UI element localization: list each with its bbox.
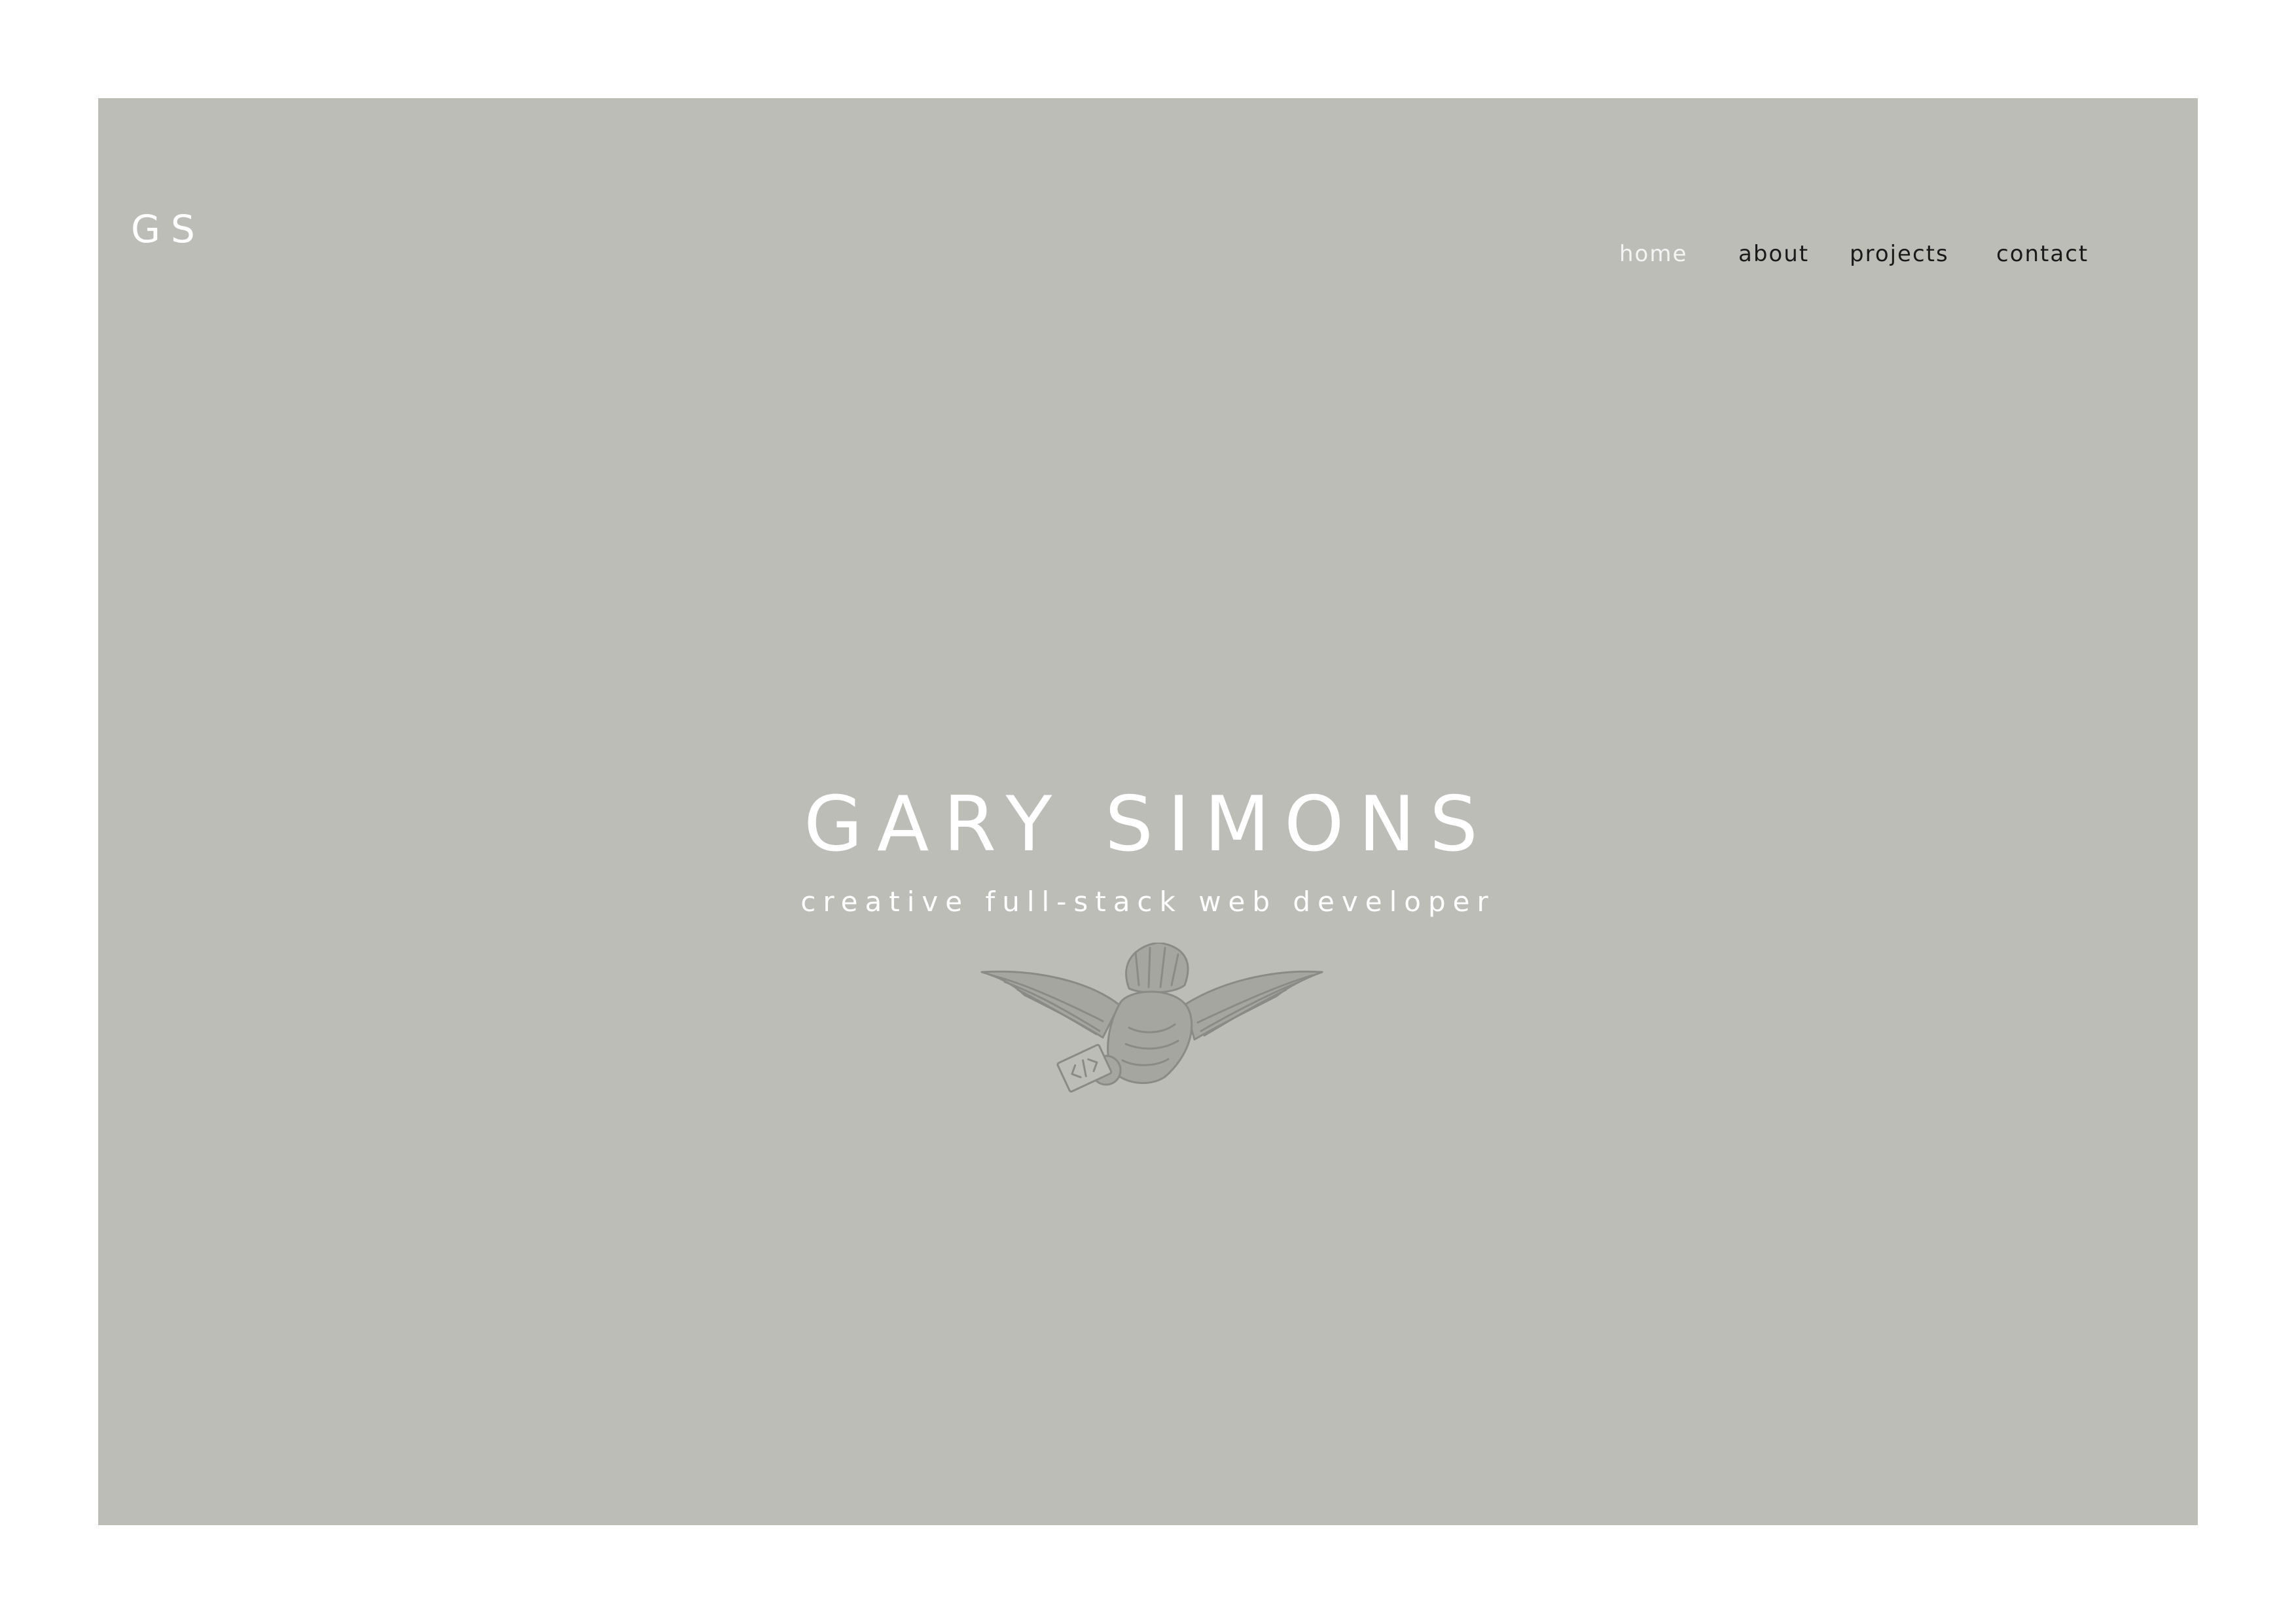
hero-subtitle: creative full-stack web developer: [800, 886, 1496, 918]
nav-home[interactable]: home: [1619, 234, 1687, 274]
nav-about[interactable]: about: [1738, 234, 1809, 274]
main-nav: home about projects contact: [98, 234, 2198, 274]
hero-section: GS home about projects contact GARY SIMO…: [98, 98, 2198, 1525]
nav-contact[interactable]: contact: [1996, 234, 2089, 274]
hero-title: GARY SIMONS: [804, 780, 1492, 869]
bird-with-code-envelope-icon: [980, 943, 1323, 1093]
nav-projects[interactable]: projects: [1850, 234, 1949, 274]
